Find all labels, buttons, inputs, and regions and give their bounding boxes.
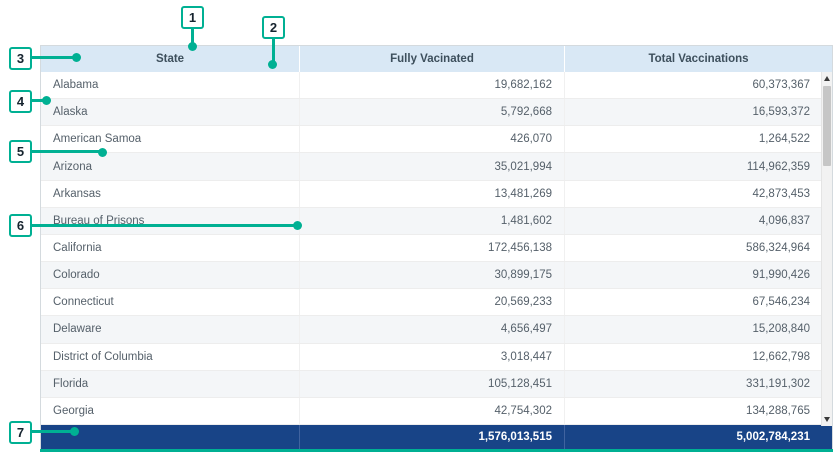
callout-2-dot — [268, 60, 277, 69]
callout-3: 3 — [9, 47, 32, 70]
fully-vaccinated-cell: 172,456,138 — [300, 235, 565, 261]
state-cell: California — [41, 235, 300, 261]
table-row[interactable]: American Samoa 426,070 1,264,522 — [41, 126, 832, 153]
total-vaccinations-cell: 134,288,765 — [565, 398, 832, 424]
state-cell: Alaska — [41, 99, 300, 125]
state-cell: Delaware — [41, 316, 300, 342]
scroll-up-icon[interactable] — [824, 76, 830, 81]
total-row-empty-cell — [41, 425, 300, 449]
scroll-down-icon[interactable] — [824, 417, 830, 422]
table-row[interactable]: California 172,456,138 586,324,964 — [41, 235, 832, 262]
total-vaccinations-cell: 60,373,367 — [565, 72, 832, 98]
table-row[interactable]: Alabama 19,682,162 60,373,367 — [41, 72, 832, 99]
column-header-total-vaccinations[interactable]: Total Vaccinations — [565, 46, 832, 72]
table-row[interactable]: District of Columbia 3,018,447 12,662,79… — [41, 344, 832, 371]
fully-vaccinated-cell: 426,070 — [300, 126, 565, 152]
callout-3-line — [31, 56, 74, 59]
fully-vaccinated-cell: 3,018,447 — [300, 344, 565, 370]
state-cell: Bureau of Prisons — [41, 208, 300, 234]
state-cell: Florida — [41, 371, 300, 397]
fully-vaccinated-cell: 30,899,175 — [300, 262, 565, 288]
callout-6: 6 — [9, 214, 32, 237]
callout-5: 5 — [9, 140, 32, 163]
callout-5-line — [31, 150, 100, 153]
table-row[interactable]: Arkansas 13,481,269 42,873,453 — [41, 181, 832, 208]
table-row[interactable]: Connecticut 20,569,233 67,546,234 — [41, 289, 832, 316]
total-vaccinations-cell: 1,264,522 — [565, 126, 832, 152]
state-cell: Arkansas — [41, 181, 300, 207]
state-cell: American Samoa — [41, 126, 300, 152]
total-vaccinations-cell: 586,324,964 — [565, 235, 832, 261]
callout-6-dot — [293, 221, 302, 230]
scrollbar-thumb[interactable] — [823, 86, 831, 166]
table-row[interactable]: Bureau of Prisons 1,481,602 4,096,837 — [41, 208, 832, 235]
total-fully-vaccinated: 1,576,013,515 — [300, 425, 565, 449]
table-row[interactable]: Arizona 35,021,994 114,962,359 — [41, 153, 832, 180]
fully-vaccinated-cell: 1,481,602 — [300, 208, 565, 234]
callout-2: 2 — [262, 16, 285, 39]
data-table: State Fully Vacinated Total Vaccinations… — [40, 45, 833, 449]
state-cell: District of Columbia — [41, 344, 300, 370]
table-row[interactable]: Colorado 30,899,175 91,990,426 — [41, 262, 832, 289]
column-header-fully-vaccinated[interactable]: Fully Vacinated — [300, 46, 565, 72]
fully-vaccinated-cell: 19,682,162 — [300, 72, 565, 98]
callout-2-line — [272, 39, 275, 62]
vertical-scrollbar[interactable] — [821, 72, 832, 426]
fully-vaccinated-cell: 5,792,668 — [300, 99, 565, 125]
fully-vaccinated-cell: 13,481,269 — [300, 181, 565, 207]
total-vaccinations-cell: 16,593,372 — [565, 99, 832, 125]
total-row: 1,576,013,515 5,002,784,231 — [41, 425, 832, 449]
total-vaccinations-cell: 91,990,426 — [565, 262, 832, 288]
fully-vaccinated-cell: 35,021,994 — [300, 153, 565, 179]
state-cell: Colorado — [41, 262, 300, 288]
callout-7-line — [31, 430, 72, 433]
fully-vaccinated-cell: 105,128,451 — [300, 371, 565, 397]
total-vaccinations-cell: 114,962,359 — [565, 153, 832, 179]
callout-7: 7 — [9, 421, 32, 444]
total-vaccinations-cell: 67,546,234 — [565, 289, 832, 315]
table-row[interactable]: Florida 105,128,451 331,191,302 — [41, 371, 832, 398]
total-vaccinations-cell: 42,873,453 — [565, 181, 832, 207]
total-vaccinations-cell: 331,191,302 — [565, 371, 832, 397]
state-cell: Alabama — [41, 72, 300, 98]
fully-vaccinated-cell: 4,656,497 — [300, 316, 565, 342]
total-total-vaccinations: 5,002,784,231 — [565, 425, 832, 449]
table-row[interactable]: Delaware 4,656,497 15,208,840 — [41, 316, 832, 343]
fully-vaccinated-cell: 42,754,302 — [300, 398, 565, 424]
callout-4-dot — [42, 96, 51, 105]
callout-5-dot — [98, 148, 107, 157]
table-row[interactable]: Alaska 5,792,668 16,593,372 — [41, 99, 832, 126]
callout-4: 4 — [9, 90, 32, 113]
total-vaccinations-cell: 12,662,798 — [565, 344, 832, 370]
state-cell: Georgia — [41, 398, 300, 424]
callout-1-dot — [188, 42, 197, 51]
table-header-row: State Fully Vacinated Total Vaccinations — [41, 46, 832, 72]
table-row[interactable]: Georgia 42,754,302 134,288,765 — [41, 398, 832, 425]
callout-6-line — [31, 224, 295, 227]
callout-7-dot — [70, 427, 79, 436]
state-cell: Arizona — [41, 153, 300, 179]
table-body: Alabama 19,682,162 60,373,367 Alaska 5,7… — [41, 72, 832, 425]
total-vaccinations-cell: 4,096,837 — [565, 208, 832, 234]
fully-vaccinated-cell: 20,569,233 — [300, 289, 565, 315]
table-bottom-highlight-line — [40, 449, 833, 452]
callout-1: 1 — [181, 6, 204, 29]
callout-3-dot — [72, 53, 81, 62]
state-cell: Connecticut — [41, 289, 300, 315]
total-vaccinations-cell: 15,208,840 — [565, 316, 832, 342]
